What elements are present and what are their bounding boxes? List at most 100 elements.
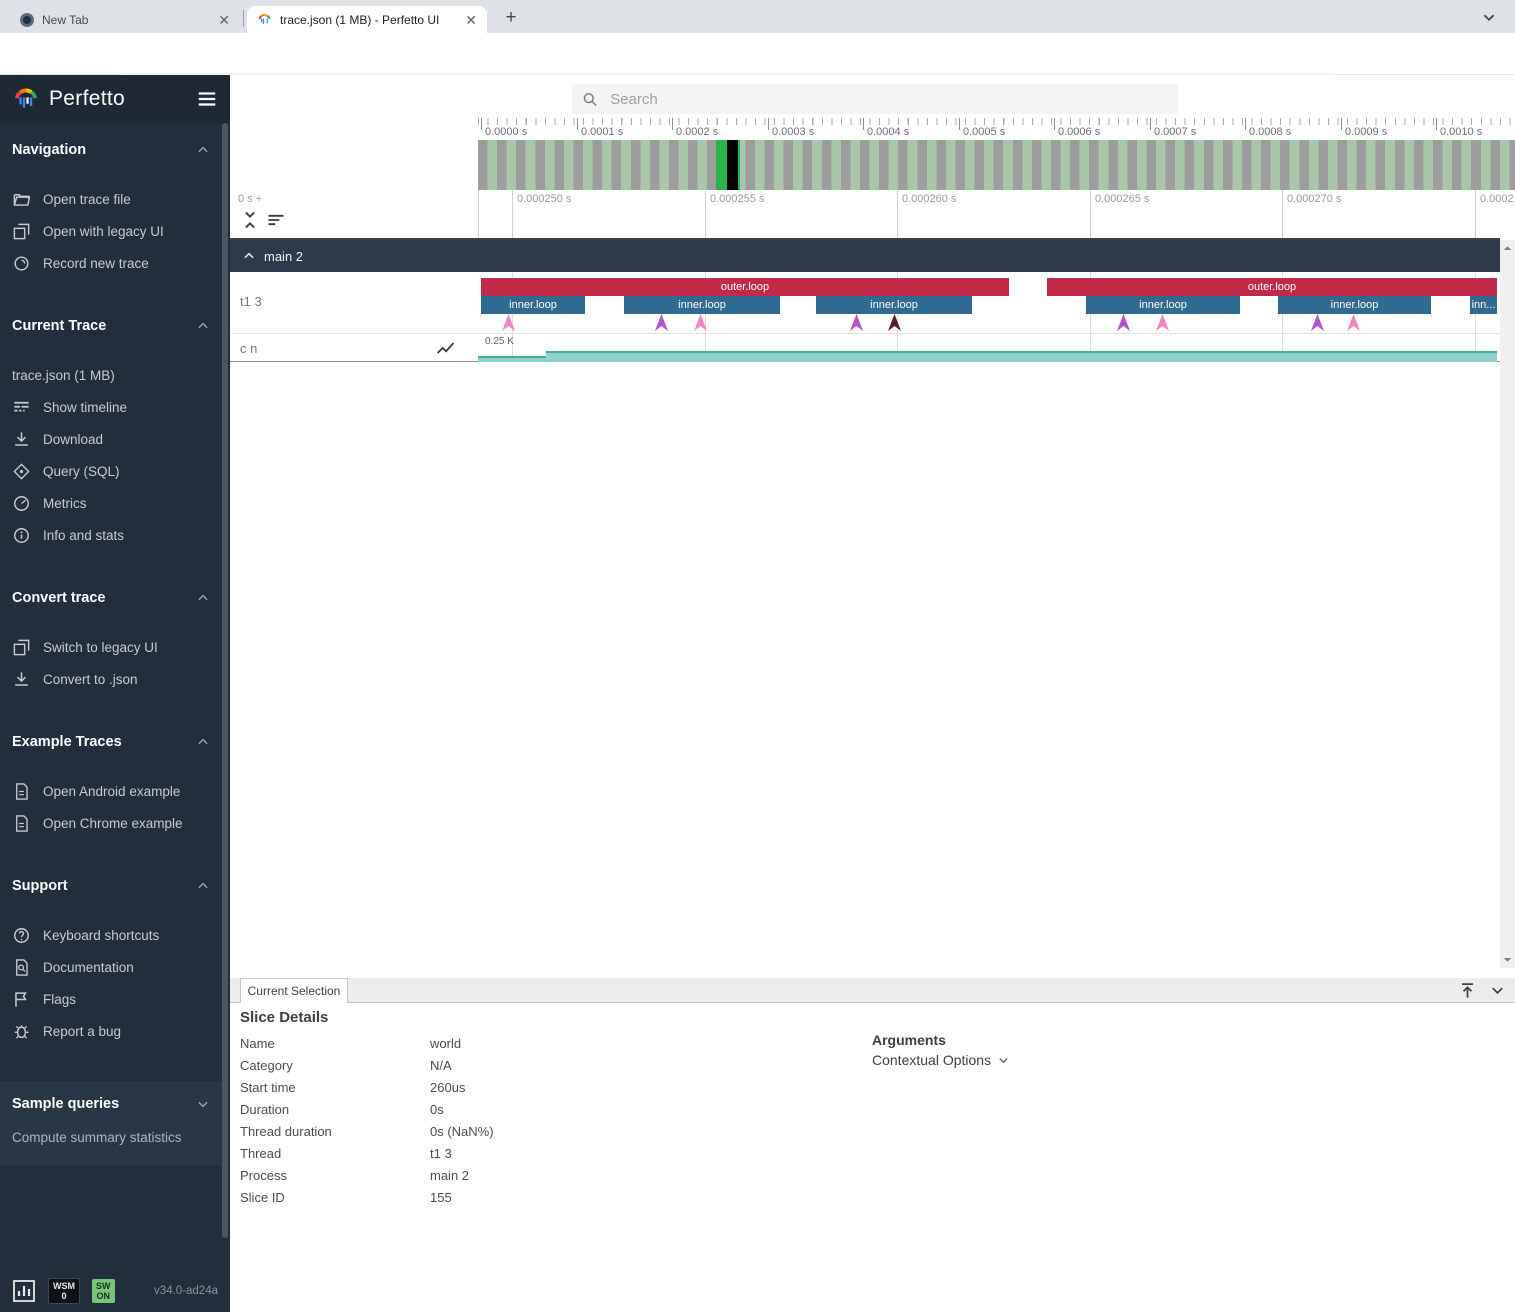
chevron-up-icon[interactable] xyxy=(196,143,210,157)
axis-gridline xyxy=(1090,190,1091,238)
process-group-header[interactable]: main 2 xyxy=(230,240,1500,272)
instant-event-arrow[interactable] xyxy=(850,314,863,331)
sidebar-item-open-chrome-example[interactable]: Open Chrome example xyxy=(0,807,222,839)
scroll-up-icon[interactable] xyxy=(1503,244,1512,253)
viewport-highlight[interactable] xyxy=(716,140,727,190)
sidebar-header: Perfetto xyxy=(0,75,230,123)
sidebar-item-compute-summary-statistics[interactable]: Compute summary statistics xyxy=(0,1123,222,1151)
sidebar-item-show-timeline[interactable]: Show timeline xyxy=(0,391,222,423)
ruler-tick xyxy=(768,118,769,130)
sidebar-item-flags[interactable]: Flags xyxy=(0,983,222,1015)
sidebar-item-download[interactable]: Download xyxy=(0,423,222,455)
slice-outer-loop[interactable]: outer.loop xyxy=(481,278,1009,296)
collapse-tracks-icon[interactable] xyxy=(240,210,260,230)
sidebar-item-open-trace-file[interactable]: Open trace file xyxy=(0,183,222,215)
chevron-up-icon[interactable] xyxy=(196,879,210,893)
instant-event-arrow[interactable] xyxy=(888,314,901,331)
legacy-ui-icon xyxy=(12,222,31,241)
detail-value: world xyxy=(430,1036,461,1058)
collapse-panel-chevron-icon[interactable] xyxy=(1488,981,1507,1000)
section-title: Sample queries xyxy=(12,1096,196,1112)
ruler-tick xyxy=(577,118,578,130)
sidebar-item-convert-to-json[interactable]: Convert to .json xyxy=(0,663,222,695)
sidebar-item-switch-to-legacy-ui[interactable]: Switch to legacy UI xyxy=(0,631,222,663)
tab-close-icon[interactable]: ✕ xyxy=(465,13,477,27)
slice-inner-loop[interactable]: inner.loop xyxy=(1278,296,1431,314)
slice-inner-loop[interactable]: inner.loop xyxy=(1086,296,1240,314)
detail-key: Category xyxy=(240,1058,430,1080)
ruler-tick-label: 0.0007 s xyxy=(1154,126,1196,138)
sidebar-item-report-a-bug[interactable]: Report a bug xyxy=(0,1015,222,1047)
slice-inner-loop[interactable]: inner.loop xyxy=(816,296,972,314)
slice-details-table: NameworldCategoryN/AStart time260usDurat… xyxy=(240,1036,840,1212)
sidebar-item-keyboard-shortcuts[interactable]: Keyboard shortcuts xyxy=(0,919,222,951)
search-input[interactable] xyxy=(610,91,1168,108)
counter-area[interactable] xyxy=(546,351,1497,362)
detail-value: 260us xyxy=(430,1080,465,1102)
instant-event-arrow[interactable] xyxy=(502,314,515,331)
chevron-up-icon[interactable] xyxy=(242,249,256,263)
sidebar-scrollbar[interactable] xyxy=(222,123,228,1238)
counter-area[interactable] xyxy=(478,356,546,362)
tab-search-chevron-icon[interactable] xyxy=(1478,6,1500,28)
version-label: v34.0-ad24a xyxy=(127,1285,219,1297)
slice-inner-loop[interactable]: inn... xyxy=(1470,296,1497,314)
sw-badge: SWON xyxy=(92,1279,115,1303)
tab-close-icon[interactable]: ✕ xyxy=(218,13,230,27)
sidebar-item-label: Download xyxy=(43,432,103,447)
slice-inner-loop[interactable]: inner.loop xyxy=(624,296,780,314)
ruler-tick-label: 0.0000 s xyxy=(485,126,527,138)
scroll-down-icon[interactable] xyxy=(1503,955,1512,964)
instant-event-arrow[interactable] xyxy=(1311,314,1324,331)
sidebar-item-info-and-stats[interactable]: Info and stats xyxy=(0,519,222,551)
chevron-up-icon[interactable] xyxy=(196,591,210,605)
ruler-tick-label: 0.0003 s xyxy=(772,126,814,138)
viewport-selection[interactable] xyxy=(727,140,738,190)
thread-track-t1[interactable]: t1 3 outer.loopouter.loopinner.loopinner… xyxy=(230,272,1500,334)
instant-event-arrow[interactable] xyxy=(1156,314,1169,331)
track-scrollbar[interactable] xyxy=(1500,240,1515,968)
hide-sidebar-chart-icon[interactable] xyxy=(12,1279,36,1303)
download-icon xyxy=(12,430,31,449)
tab-current-selection[interactable]: Current Selection xyxy=(240,978,348,1003)
tab-new-tab[interactable]: New Tab ✕ xyxy=(10,6,240,33)
slice-details-title: Slice Details xyxy=(240,1009,328,1026)
sort-tracks-icon[interactable] xyxy=(266,210,286,230)
detail-key: Process xyxy=(240,1168,430,1190)
detail-key: Start time xyxy=(240,1080,430,1102)
sidebar-item-query-sql[interactable]: Query (SQL) xyxy=(0,455,222,487)
sidebar-item-documentation[interactable]: Documentation xyxy=(0,951,222,983)
ruler-tick xyxy=(1341,118,1342,130)
tab-title: New Tab xyxy=(42,13,210,27)
tab-perfetto[interactable]: trace.json (1 MB) - Perfetto UI ✕ xyxy=(247,6,487,33)
sidebar-item-open-android-example[interactable]: Open Android example xyxy=(0,775,222,807)
sidebar-item-metrics[interactable]: Metrics xyxy=(0,487,222,519)
chevron-down-icon[interactable] xyxy=(196,1097,210,1111)
folder-open-icon xyxy=(12,190,31,209)
sidebar-item-open-with-legacy-ui[interactable]: Open with legacy UI xyxy=(0,215,222,247)
search-box[interactable] xyxy=(572,84,1178,114)
contextual-options-button[interactable]: Contextual Options xyxy=(872,1052,1009,1068)
sidebar-item-record-new-trace[interactable]: Record new trace xyxy=(0,247,222,279)
ruler-tick xyxy=(863,118,864,130)
axis-time-label: 0.000255 s xyxy=(710,193,764,205)
instant-event-arrow[interactable] xyxy=(1347,314,1360,331)
new-tab-button[interactable]: + xyxy=(498,6,524,32)
tab-title: trace.json (1 MB) - Perfetto UI xyxy=(280,13,457,27)
slice-inner-loop[interactable]: inner.loop xyxy=(481,296,585,314)
hamburger-menu-icon[interactable] xyxy=(196,88,218,110)
counter-track-cn[interactable]: c n 0.25 K xyxy=(230,334,1500,362)
instant-event-arrow[interactable] xyxy=(694,314,707,331)
expand-panel-icon[interactable] xyxy=(1458,981,1477,1000)
chevron-up-icon[interactable] xyxy=(196,735,210,749)
ruler-tick xyxy=(1054,118,1055,130)
axis-gridline xyxy=(705,190,706,238)
chevron-up-icon[interactable] xyxy=(196,319,210,333)
instant-event-arrow[interactable] xyxy=(1117,314,1130,331)
viewport-highlight[interactable] xyxy=(738,140,740,190)
sidebar-section-navigation: NavigationOpen trace fileOpen with legac… xyxy=(0,137,222,279)
slice-outer-loop[interactable]: outer.loop xyxy=(1047,278,1497,296)
current-trace-filename: trace.json (1 MB) xyxy=(0,359,222,391)
instant-event-arrow[interactable] xyxy=(655,314,668,331)
timeline-overview-minimap[interactable] xyxy=(478,140,1515,190)
